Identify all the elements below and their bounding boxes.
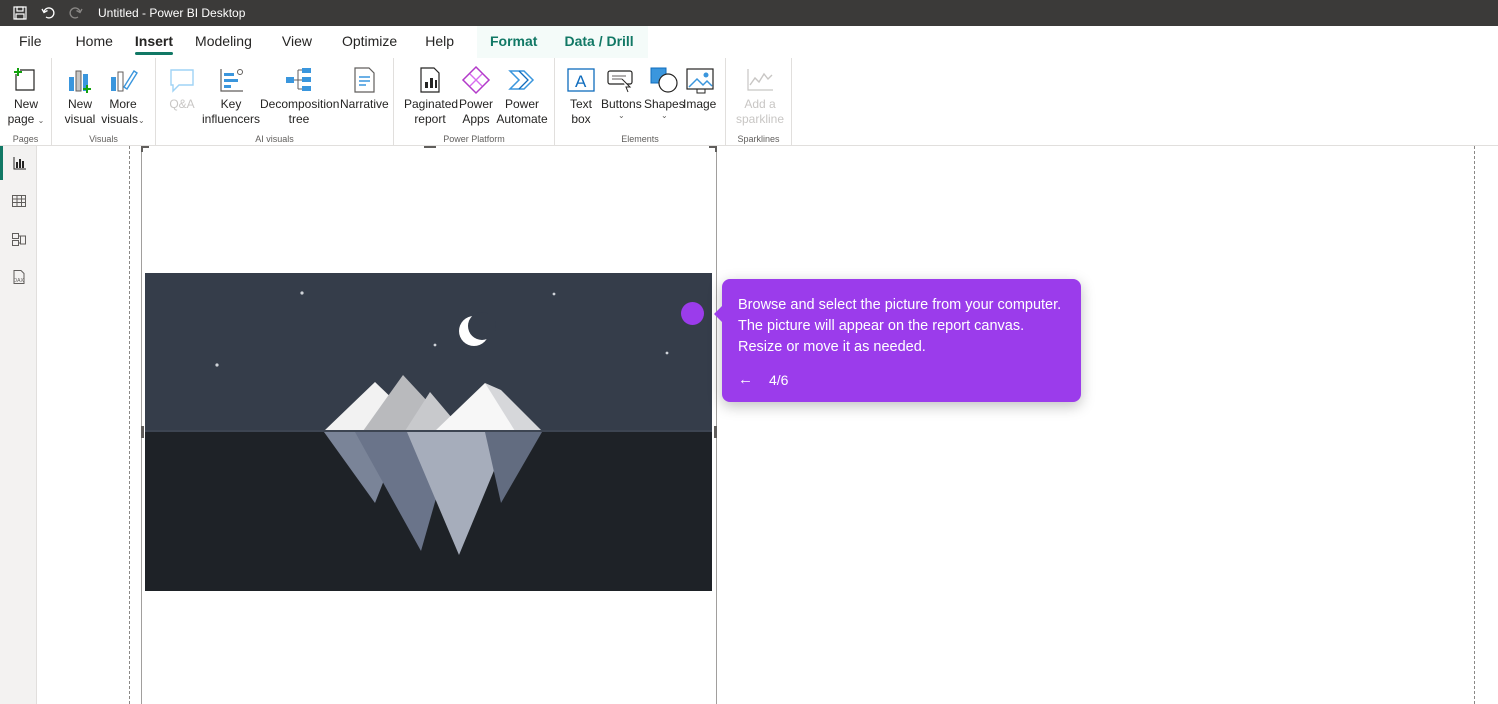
tab-help[interactable]: Help [408, 26, 471, 58]
buttons-label: Buttons [601, 97, 642, 111]
group-visuals: New visual More visuals⌄ Visuals [52, 58, 156, 146]
power-automate-label: Power Automate [496, 97, 548, 126]
group-label-sparklines: Sparklines [737, 134, 780, 144]
step-counter: 4/6 [769, 371, 789, 388]
text-box-icon: A [565, 64, 597, 96]
paginated-report-icon [414, 64, 446, 96]
paginated-report-button[interactable]: Paginated report [404, 64, 459, 127]
narrative-label: Narrative [340, 97, 389, 111]
table-view-icon[interactable] [0, 184, 37, 218]
resize-handle[interactable] [141, 426, 144, 438]
key-influencers-label: Key influencers [202, 97, 261, 126]
group-ai-visuals: Q&A Key influencers Decomposition tree N… [156, 58, 394, 146]
decomposition-tree-icon [283, 64, 315, 96]
tab-file[interactable]: File [8, 26, 53, 58]
add-sparkline-label: Add a sparkline [736, 97, 785, 126]
dax-query-icon[interactable]: DAX [0, 260, 37, 294]
new-visual-label: New visual [64, 97, 96, 126]
add-sparkline-button[interactable]: Add a sparkline [736, 64, 784, 127]
report-view-icon[interactable] [0, 146, 37, 180]
decomposition-tree-label: Decomposition tree [260, 97, 340, 126]
resize-handle[interactable] [714, 426, 717, 438]
new-page-label: New page ⌄ [7, 97, 45, 126]
new-page-button[interactable]: New page ⌄ [7, 64, 45, 127]
hotspot-marker [681, 302, 704, 325]
power-apps-icon [460, 64, 492, 96]
group-label-visuals: Visuals [89, 134, 118, 144]
chevron-down-icon: ⌄ [137, 116, 145, 125]
image-button[interactable]: Image [683, 64, 716, 112]
tooltip-footer: ← 4/6 [738, 371, 788, 388]
power-apps-button[interactable]: Power Apps [458, 64, 494, 127]
left-nav: DAX [0, 146, 37, 704]
svg-text:DAX: DAX [13, 278, 24, 284]
tab-home[interactable]: Home [65, 26, 124, 58]
resize-handle[interactable] [424, 146, 436, 148]
tab-modeling[interactable]: Modeling [184, 26, 263, 58]
ribbon: New page ⌄ Pages New visual More visuals… [0, 58, 1498, 146]
group-label-pages: Pages [12, 134, 39, 144]
narrative-icon [348, 64, 380, 96]
tooltip-text: Browse and select the picture from your … [738, 297, 1062, 355]
svg-text:A: A [575, 72, 587, 91]
title-bar: Untitled - Power BI Desktop [0, 0, 1498, 26]
image-icon [684, 64, 716, 96]
decomposition-tree-button[interactable]: Decomposition tree [260, 64, 340, 127]
tab-format[interactable]: Format [477, 26, 551, 58]
group-label-ai-visuals: AI visuals [255, 134, 294, 144]
group-pages: New page ⌄ Pages [0, 58, 52, 146]
paginated-report-label: Paginated report [404, 97, 459, 126]
new-visual-button[interactable]: New visual [64, 64, 96, 127]
more-visuals-button[interactable]: More visuals⌄ [100, 64, 146, 127]
resize-handle[interactable] [715, 146, 717, 152]
shapes-icon [648, 64, 680, 96]
qa-label: Q&A [169, 97, 195, 111]
sparkline-icon [744, 64, 776, 96]
qa-icon [166, 64, 198, 96]
window-title: Untitled - Power BI Desktop [98, 6, 246, 20]
shapes-button[interactable]: Shapes ⌄ [644, 64, 685, 120]
inserted-picture[interactable] [145, 273, 712, 591]
chevron-down-icon: ⌄ [618, 111, 625, 120]
resize-handle[interactable] [141, 146, 143, 152]
group-elements: A Text box Buttons ⌄ Shapes ⌄ Image Elem… [555, 58, 726, 146]
text-box-button[interactable]: A Text box [565, 64, 597, 127]
power-apps-label: Power Apps [458, 97, 493, 126]
text-box-label: Text box [569, 97, 592, 126]
group-sparklines: Add a sparkline Sparklines [726, 58, 792, 146]
more-visuals-icon [107, 64, 139, 96]
page-boundary-left [129, 146, 130, 704]
tab-optimize[interactable]: Optimize [331, 26, 408, 58]
buttons-icon [605, 64, 637, 96]
group-label-elements: Elements [621, 134, 659, 144]
tab-insert[interactable]: Insert [124, 26, 184, 58]
key-influencers-button[interactable]: Key influencers [202, 64, 260, 127]
back-arrow-icon[interactable]: ← [738, 371, 753, 388]
model-view-icon[interactable] [0, 222, 37, 256]
image-label: Image [683, 97, 717, 111]
page-boundary-right [1474, 146, 1475, 704]
key-influencers-icon [215, 64, 247, 96]
guide-tooltip: Browse and select the picture from your … [714, 279, 1081, 402]
redo-icon[interactable] [62, 0, 90, 26]
chevron-down-icon: ⌄ [37, 116, 45, 125]
save-icon[interactable] [6, 0, 34, 26]
tab-view[interactable]: View [263, 26, 331, 58]
undo-icon[interactable] [34, 0, 62, 26]
narrative-button[interactable]: Narrative [340, 64, 389, 112]
more-visuals-label: More visuals⌄ [101, 97, 145, 126]
group-label-power-platform: Power Platform [443, 134, 505, 144]
chevron-down-icon: ⌄ [661, 111, 668, 120]
ribbon-tabs: File Home Insert Modeling View Optimize … [0, 26, 1498, 58]
tab-data-drill[interactable]: Data / Drill [550, 26, 648, 58]
new-visual-icon [64, 64, 96, 96]
group-power-platform: Paginated report Power Apps Power Automa… [394, 58, 555, 146]
qa-button[interactable]: Q&A [166, 64, 198, 112]
buttons-button[interactable]: Buttons ⌄ [601, 64, 642, 120]
new-page-icon [10, 64, 42, 96]
power-automate-icon [506, 64, 538, 96]
shapes-label: Shapes [644, 97, 685, 111]
power-automate-button[interactable]: Power Automate [494, 64, 550, 127]
